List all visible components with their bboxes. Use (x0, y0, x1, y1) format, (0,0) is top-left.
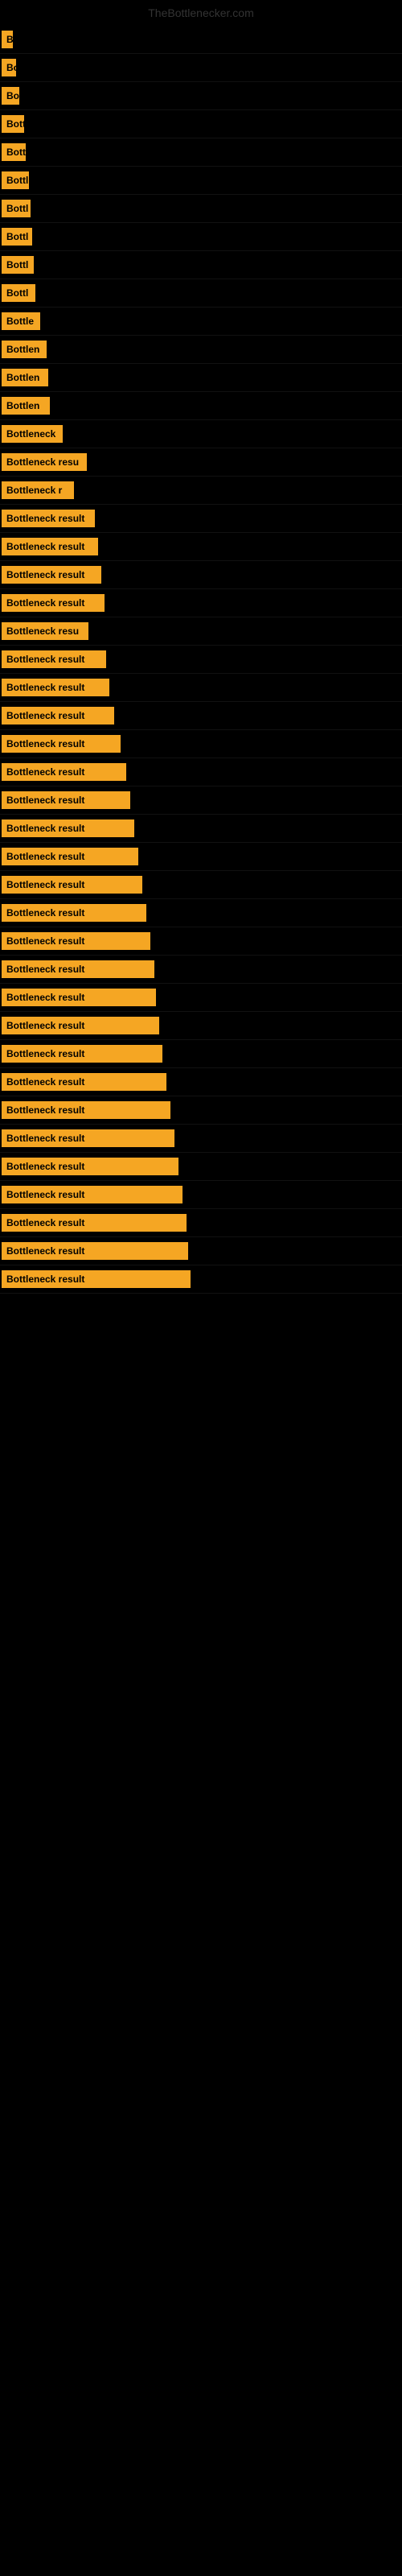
bottleneck-result-label: Bottleneck r (2, 481, 74, 499)
list-item: Bottleneck result (0, 927, 402, 956)
bottleneck-result-label: Bottleneck result (2, 1073, 166, 1091)
results-list: B Bo Bo Bott Bott Bottl Bottl Bottl Bottl Bottl Bo… (0, 26, 402, 1294)
bottleneck-result-label: Bottleneck result (2, 735, 121, 753)
list-item: Bottleneck result (0, 956, 402, 984)
bottleneck-result-label: Bottle (2, 312, 40, 330)
list-item: Bottleneck result (0, 899, 402, 927)
bottleneck-result-label: Bottleneck result (2, 1045, 162, 1063)
list-item: Bottleneck result (0, 871, 402, 899)
list-item: Bottl (0, 251, 402, 279)
list-item: Bott (0, 138, 402, 167)
bottleneck-result-label: Bottleneck result (2, 510, 95, 527)
bottleneck-result-label: Bottlen (2, 369, 48, 386)
bottleneck-result-label: Bottlen (2, 341, 47, 358)
bottleneck-result-label: Bottleneck result (2, 650, 106, 668)
list-item: Bottleneck result (0, 674, 402, 702)
bottleneck-result-label: Bottleneck result (2, 1101, 170, 1119)
list-item: Bottleneck result (0, 1181, 402, 1209)
bottleneck-result-label: Bottleneck result (2, 707, 114, 724)
list-item: Bo (0, 54, 402, 82)
bottleneck-result-label: Bottleneck result (2, 791, 130, 809)
list-item: Bottleneck result (0, 758, 402, 786)
bottleneck-result-label: Bottleneck result (2, 876, 142, 894)
list-item: Bottleneck result (0, 1265, 402, 1294)
list-item: Bottl (0, 279, 402, 308)
list-item: Bottleneck result (0, 702, 402, 730)
bottleneck-result-label: Bottleneck result (2, 1242, 188, 1260)
bottleneck-result-label: Bottleneck result (2, 989, 156, 1006)
list-item: Bott (0, 110, 402, 138)
bottleneck-result-label: Bottleneck (2, 425, 63, 443)
bottleneck-result-label: Bottleneck result (2, 1017, 159, 1034)
bottleneck-result-label: Bott (2, 115, 24, 133)
list-item: Bottlen (0, 392, 402, 420)
bottleneck-result-label: Bottleneck result (2, 904, 146, 922)
list-item: Bottleneck result (0, 533, 402, 561)
list-item: Bottleneck result (0, 730, 402, 758)
bottleneck-result-label: Bottleneck result (2, 848, 138, 865)
bottleneck-result-label: Bottleneck result (2, 566, 101, 584)
bottleneck-result-label: Bottl (2, 256, 34, 274)
bottleneck-result-label: Bottleneck result (2, 1214, 187, 1232)
bottleneck-result-label: Bottleneck result (2, 960, 154, 978)
bottleneck-result-label: Bottl (2, 228, 32, 246)
list-item: Bottleneck result (0, 786, 402, 815)
bottleneck-result-label: Bott (2, 143, 26, 161)
bottleneck-result-label: B (2, 31, 13, 48)
list-item: Bottleneck result (0, 561, 402, 589)
list-item: Bottl (0, 195, 402, 223)
list-item: Bottleneck result (0, 984, 402, 1012)
list-item: Bottlen (0, 364, 402, 392)
list-item: Bottleneck result (0, 589, 402, 617)
list-item: Bottleneck result (0, 1209, 402, 1237)
bottleneck-result-label: Bottleneck result (2, 1129, 174, 1147)
bottleneck-result-label: Bottleneck result (2, 932, 150, 950)
bottleneck-result-label: Bo (2, 59, 16, 76)
bottleneck-result-label: Bottleneck result (2, 1270, 191, 1288)
bottleneck-result-label: Bottl (2, 284, 35, 302)
bottleneck-result-label: Bottleneck result (2, 1158, 178, 1175)
list-item: Bottleneck resu (0, 617, 402, 646)
bottleneck-result-label: Bottleneck result (2, 538, 98, 555)
bottleneck-result-label: Bottleneck resu (2, 622, 88, 640)
bottleneck-result-label: Bottleneck result (2, 594, 105, 612)
list-item: Bottleneck result (0, 1040, 402, 1068)
list-item: Bottleneck result (0, 1012, 402, 1040)
list-item: Bottleneck (0, 420, 402, 448)
list-item: Bottleneck result (0, 1237, 402, 1265)
list-item: Bottleneck result (0, 1125, 402, 1153)
bottleneck-result-label: Bottleneck result (2, 819, 134, 837)
list-item: B (0, 26, 402, 54)
list-item: Bottlen (0, 336, 402, 364)
list-item: Bottleneck result (0, 1096, 402, 1125)
bottleneck-result-label: Bottleneck result (2, 1186, 183, 1203)
bottleneck-result-label: Bottl (2, 200, 31, 217)
list-item: Bottle (0, 308, 402, 336)
list-item: Bottleneck result (0, 505, 402, 533)
list-item: Bottleneck resu (0, 448, 402, 477)
list-item: Bottl (0, 223, 402, 251)
site-title: TheBottlenecker.com (0, 0, 402, 26)
bottleneck-result-label: Bottl (2, 171, 29, 189)
list-item: Bo (0, 82, 402, 110)
bottleneck-result-label: Bottleneck resu (2, 453, 87, 471)
list-item: Bottleneck result (0, 815, 402, 843)
bottleneck-result-label: Bottleneck result (2, 679, 109, 696)
list-item: Bottleneck r (0, 477, 402, 505)
site-header: TheBottlenecker.com (0, 0, 402, 26)
list-item: Bottleneck result (0, 646, 402, 674)
list-item: Bottleneck result (0, 843, 402, 871)
list-item: Bottleneck result (0, 1153, 402, 1181)
bottleneck-result-label: Bottlen (2, 397, 50, 415)
bottleneck-result-label: Bo (2, 87, 19, 105)
bottleneck-result-label: Bottleneck result (2, 763, 126, 781)
list-item: Bottl (0, 167, 402, 195)
list-item: Bottleneck result (0, 1068, 402, 1096)
